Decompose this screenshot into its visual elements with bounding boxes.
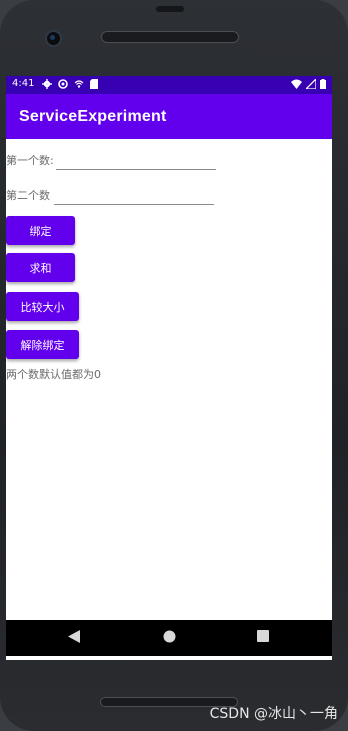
unbind-button[interactable]: 解除绑定 bbox=[6, 330, 79, 359]
home-icon[interactable] bbox=[163, 630, 176, 643]
status-bar: 4:41 bbox=[6, 76, 332, 94]
sd-card-icon bbox=[90, 79, 98, 89]
first-number-label: 第一个数: bbox=[6, 154, 54, 167]
app-bar: ServiceExperiment bbox=[6, 94, 332, 139]
status-icons-left bbox=[42, 79, 98, 89]
back-icon[interactable] bbox=[68, 630, 80, 643]
top-speaker bbox=[101, 31, 239, 43]
top-notch bbox=[156, 6, 184, 12]
status-time: 4:41 bbox=[12, 78, 35, 89]
wifi-calling-icon bbox=[74, 80, 84, 88]
compare-button[interactable]: 比较大小 bbox=[6, 292, 79, 321]
default-value-hint: 两个数默认值都为0 bbox=[6, 368, 101, 381]
bind-button[interactable]: 绑定 bbox=[6, 216, 75, 245]
gear-icon bbox=[42, 79, 52, 89]
wifi-icon bbox=[291, 79, 302, 89]
front-camera bbox=[45, 30, 62, 47]
main-content: 第一个数: 第二个数 绑定 求和 比较大小 解除绑定 两个数默认值都为0 bbox=[6, 139, 332, 660]
status-icons-right bbox=[291, 79, 326, 89]
sum-button[interactable]: 求和 bbox=[6, 253, 75, 282]
first-number-field[interactable] bbox=[56, 151, 216, 170]
device-screen: 4:41 ServiceExperiment 第一个数: 第二个数 绑定 求和 … bbox=[6, 76, 332, 660]
second-number-field[interactable] bbox=[54, 186, 214, 205]
second-number-label: 第二个数 bbox=[6, 189, 50, 202]
app-title: ServiceExperiment bbox=[19, 108, 167, 125]
recent-apps-icon[interactable] bbox=[257, 630, 269, 642]
watermark-text: CSDN @冰山丶一角 bbox=[209, 706, 338, 722]
battery-icon bbox=[320, 79, 326, 89]
navigation-bar bbox=[6, 620, 332, 656]
sync-icon bbox=[58, 79, 68, 89]
signal-icon bbox=[306, 79, 316, 89]
phone-frame: 4:41 ServiceExperiment 第一个数: 第二个数 绑定 求和 … bbox=[0, 0, 348, 731]
